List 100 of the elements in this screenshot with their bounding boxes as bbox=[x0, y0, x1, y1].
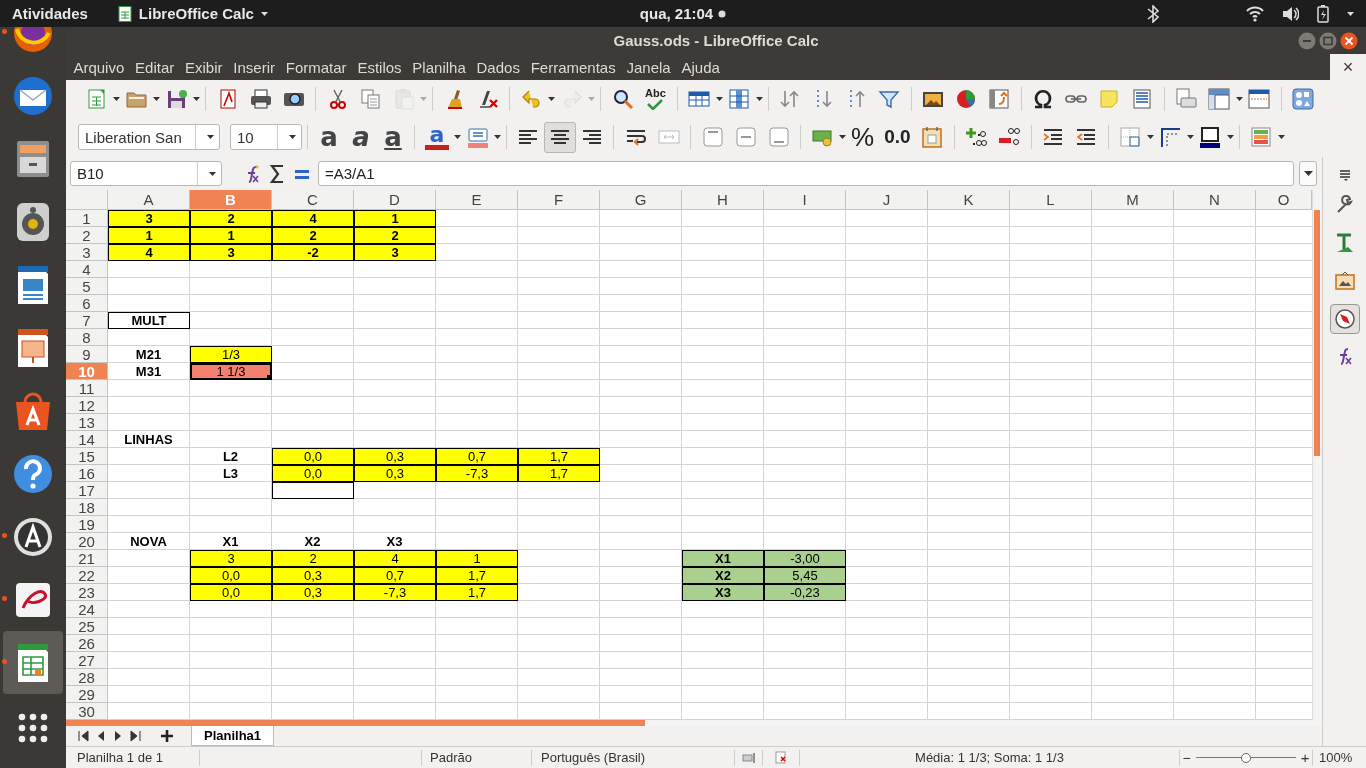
app-grid-icon[interactable] bbox=[18, 712, 48, 743]
increase-indent-icon[interactable] bbox=[1042, 126, 1065, 148]
caret-icon[interactable] bbox=[715, 96, 723, 101]
row-header[interactable]: 22 bbox=[66, 567, 108, 584]
menu-icon[interactable] bbox=[1338, 169, 1351, 182]
table-cell[interactable]: LINHAS bbox=[108, 431, 190, 448]
table-cell[interactable]: 0,0 bbox=[190, 584, 272, 601]
table-cell[interactable]: 0,0 bbox=[190, 567, 272, 584]
caret-icon[interactable] bbox=[839, 135, 846, 139]
number-format-button[interactable]: 0.0 bbox=[879, 126, 916, 148]
column-header[interactable]: D bbox=[354, 190, 436, 210]
table-cell[interactable]: 0,7 bbox=[436, 448, 518, 465]
table-cell[interactable]: 5,45 bbox=[764, 567, 846, 584]
table-cell[interactable]: 0,3 bbox=[272, 584, 354, 601]
row-header[interactable]: 6 bbox=[66, 295, 108, 312]
sum-icon[interactable] bbox=[268, 162, 286, 185]
table-cell[interactable]: L3 bbox=[190, 465, 272, 482]
table-cell[interactable]: -7,3 bbox=[354, 584, 436, 601]
table-cell[interactable]: NOVA bbox=[108, 533, 190, 550]
table-cell[interactable] bbox=[272, 482, 354, 499]
row-header[interactable]: 20 bbox=[66, 533, 108, 550]
conditional-format-icon[interactable] bbox=[1250, 126, 1273, 148]
column-header[interactable]: E bbox=[436, 190, 518, 210]
caret-icon[interactable] bbox=[153, 96, 160, 101]
column-header[interactable]: A bbox=[108, 190, 190, 210]
menu-item[interactable]: Ferramentas bbox=[525, 58, 622, 76]
table-cell[interactable]: 2 bbox=[190, 210, 272, 227]
menu-item[interactable]: Planilha bbox=[406, 58, 472, 76]
caret-icon[interactable] bbox=[548, 96, 555, 101]
slider-thumb[interactable] bbox=[1240, 752, 1251, 763]
add-decimal-icon[interactable] bbox=[965, 126, 988, 148]
row-header[interactable]: 18 bbox=[66, 499, 108, 516]
row-header[interactable]: 27 bbox=[66, 652, 108, 669]
magnifier-icon[interactable] bbox=[611, 87, 634, 110]
caret-icon[interactable] bbox=[209, 171, 216, 176]
next-sheet-icon[interactable] bbox=[113, 730, 123, 742]
caret-icon[interactable] bbox=[207, 135, 214, 139]
caret-icon[interactable] bbox=[1347, 11, 1354, 16]
table-cell[interactable]: MULT bbox=[108, 312, 190, 329]
caret-icon[interactable] bbox=[193, 96, 200, 101]
table-cell[interactable]: 1 bbox=[190, 227, 272, 244]
zoom-slider[interactable] bbox=[1195, 752, 1296, 763]
column-header[interactable]: M bbox=[1092, 190, 1174, 210]
row-header[interactable]: 12 bbox=[66, 397, 108, 414]
zoom-out-button[interactable]: − bbox=[1181, 748, 1192, 767]
caret-icon[interactable] bbox=[260, 11, 268, 16]
spelling-button[interactable]: Abc bbox=[639, 86, 672, 111]
table-cell[interactable]: -2 bbox=[272, 244, 354, 261]
menu-item[interactable]: Inserir bbox=[227, 58, 281, 76]
row-header[interactable]: 17 bbox=[66, 482, 108, 499]
font-name-field[interactable]: Liberation San bbox=[78, 124, 220, 150]
column-header[interactable]: K bbox=[928, 190, 1010, 210]
floppy-icon[interactable] bbox=[165, 87, 188, 110]
close-icon[interactable] bbox=[1340, 31, 1358, 50]
launcher-button[interactable] bbox=[3, 631, 63, 694]
table-cell[interactable]: 3 bbox=[190, 244, 272, 261]
row-header[interactable]: 2 bbox=[66, 227, 108, 244]
row-header[interactable]: 23 bbox=[66, 584, 108, 601]
horizontal-scrollbar[interactable] bbox=[66, 720, 1322, 726]
row-header[interactable]: 1 bbox=[66, 210, 108, 227]
vertical-scrollbar[interactable] bbox=[1312, 190, 1322, 720]
column-header[interactable]: N bbox=[1174, 190, 1256, 210]
table-cell[interactable]: 2 bbox=[272, 550, 354, 567]
table-cell[interactable]: X2 bbox=[682, 567, 764, 584]
page-lines-icon[interactable] bbox=[1131, 87, 1154, 110]
align-bottom-icon[interactable] bbox=[767, 126, 790, 148]
align-top-icon[interactable] bbox=[701, 126, 724, 148]
font-color-button[interactable]: a bbox=[420, 123, 454, 151]
first-sheet-icon[interactable] bbox=[78, 730, 89, 742]
caret-icon[interactable] bbox=[454, 135, 461, 139]
menu-item[interactable]: Estilos bbox=[352, 58, 407, 76]
row-header[interactable]: 8 bbox=[66, 329, 108, 346]
row-header[interactable]: 5 bbox=[66, 278, 108, 295]
table-cell[interactable]: M31 bbox=[108, 363, 190, 380]
table-cell[interactable]: 2 bbox=[354, 227, 436, 244]
table-cell[interactable]: 4 bbox=[272, 210, 354, 227]
column-header[interactable]: G bbox=[600, 190, 682, 210]
font-size-field[interactable]: 10 bbox=[230, 124, 302, 150]
table-cell[interactable]: 1/3 bbox=[190, 346, 272, 363]
row-header[interactable]: 15 bbox=[66, 448, 108, 465]
table-cell[interactable]: -3,00 bbox=[764, 550, 846, 567]
table-cell[interactable]: 0,7 bbox=[354, 567, 436, 584]
formula-input[interactable]: =A3/A1 bbox=[318, 161, 1294, 186]
table-cell[interactable]: M21 bbox=[108, 346, 190, 363]
border-color-icon[interactable] bbox=[1199, 126, 1222, 148]
table-cell[interactable]: 4 bbox=[354, 550, 436, 567]
row-header[interactable]: 7 bbox=[66, 312, 108, 329]
bluetooth-icon[interactable] bbox=[1146, 4, 1160, 23]
calendar-icon[interactable] bbox=[921, 126, 944, 148]
caret-icon[interactable] bbox=[1146, 135, 1154, 139]
table-cell[interactable]: X1 bbox=[190, 533, 272, 550]
table-cell[interactable]: -0,23 bbox=[764, 584, 846, 601]
name-box[interactable]: B10 bbox=[70, 161, 222, 186]
row-header[interactable]: 29 bbox=[66, 686, 108, 703]
table-cell[interactable]: 0,3 bbox=[354, 465, 436, 482]
split-window-icon[interactable] bbox=[1248, 87, 1271, 110]
expand-formula-button[interactable] bbox=[1299, 161, 1317, 186]
pivot-table-icon[interactable] bbox=[988, 87, 1011, 110]
fill-handle[interactable] bbox=[267, 375, 272, 380]
caret-icon[interactable] bbox=[1226, 135, 1234, 139]
